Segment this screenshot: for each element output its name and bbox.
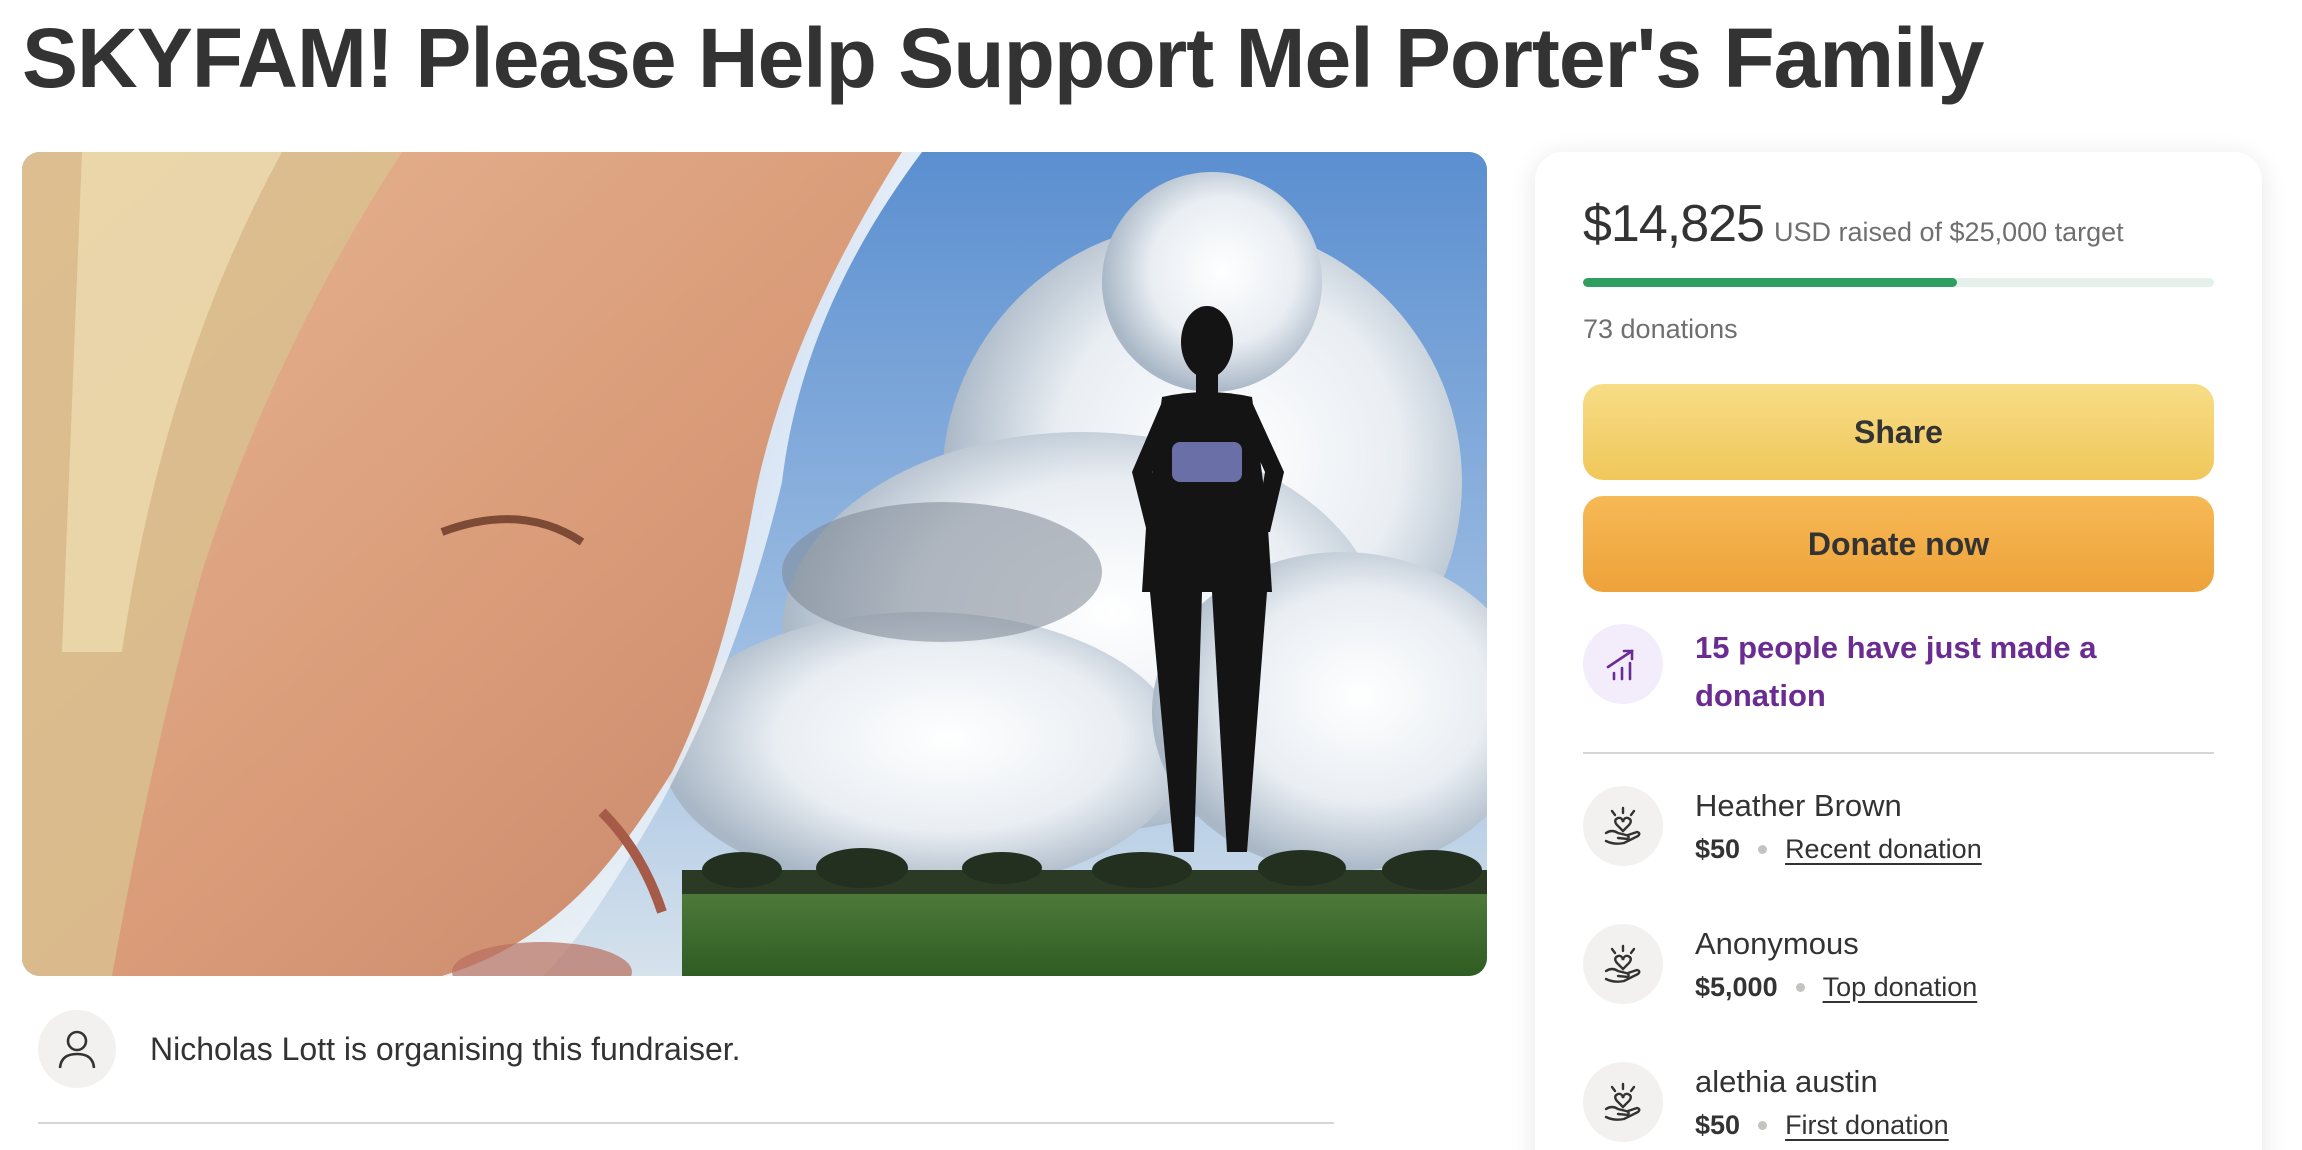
donor-name: Heather Brown — [1695, 788, 1902, 823]
progress-fill — [1583, 278, 1958, 287]
person-icon — [38, 1010, 116, 1088]
first-donation-link[interactable]: First donation — [1785, 1110, 1949, 1141]
divider — [38, 1122, 1334, 1124]
raised-target-text: USD raised of $25,000 target — [1773, 217, 2124, 247]
progress-bar — [1583, 278, 2214, 287]
trending-up-icon — [1583, 624, 1663, 704]
donor-name: Anonymous — [1695, 926, 1859, 961]
hero-image[interactable] — [22, 152, 1487, 976]
donation-item: alethia austin $50 First donation — [1583, 1062, 2214, 1150]
share-button[interactable]: Share — [1583, 384, 2214, 480]
raised-amount: $14,825 — [1583, 195, 1765, 253]
divider — [1583, 752, 2214, 754]
separator-dot — [1795, 983, 1805, 992]
page-title: SKYFAM! Please Help Support Mel Porter's… — [22, 11, 1984, 105]
fundraiser-page: SKYFAM! Please Help Support Mel Porter's… — [0, 0, 2302, 1150]
organiser-row: Nicholas Lott is organising this fundrai… — [38, 1010, 741, 1088]
donation-item: Heather Brown $50 Recent donation — [1583, 786, 2214, 876]
donor-name: alethia austin — [1695, 1064, 1878, 1099]
heart-hand-icon — [1583, 786, 1663, 866]
donation-amount: $5,000 — [1695, 972, 1778, 1002]
donation-item: Anonymous $5,000 Top donation — [1583, 924, 2214, 1014]
donation-count: 73 donations — [1583, 314, 1738, 344]
recent-activity-text: 15 people have just made a donation — [1695, 630, 2097, 713]
donate-now-button[interactable]: Donate now — [1583, 496, 2214, 592]
separator-dot — [1758, 845, 1768, 854]
separator-dot — [1758, 1121, 1768, 1130]
recent-activity: 15 people have just made a donation — [1583, 624, 2214, 720]
raised-summary: $14,825 USD raised of $25,000 target — [1583, 194, 2124, 254]
heart-hand-icon — [1583, 1062, 1663, 1142]
donation-amount: $50 — [1695, 834, 1741, 864]
hero-photo — [22, 152, 1487, 976]
recent-donation-link[interactable]: Recent donation — [1785, 834, 1982, 865]
organiser-text: Nicholas Lott is organising this fundrai… — [150, 1030, 741, 1067]
top-donation-link[interactable]: Top donation — [1823, 972, 1978, 1003]
donation-card: $14,825 USD raised of $25,000 target 73 … — [1535, 152, 2262, 1150]
heart-hand-icon — [1583, 924, 1663, 1004]
donation-amount: $50 — [1695, 1110, 1741, 1140]
